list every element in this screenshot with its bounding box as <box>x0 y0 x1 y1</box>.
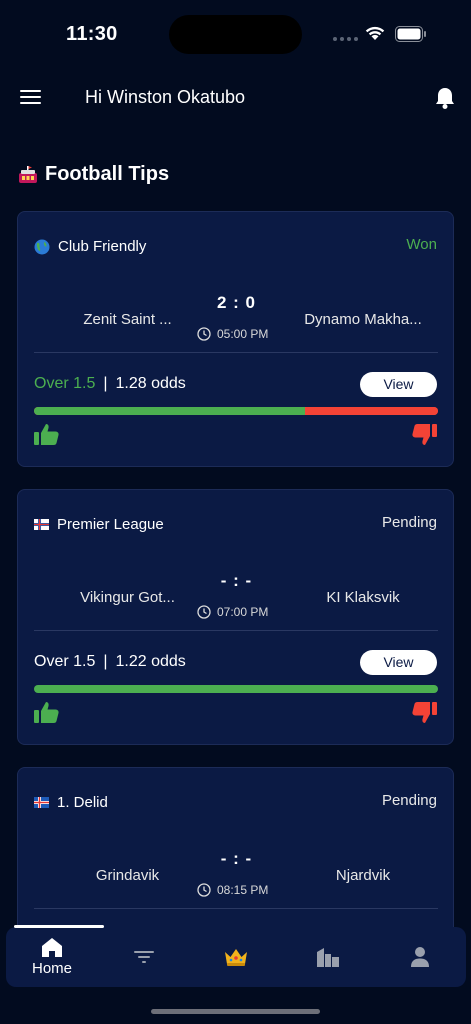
status-badge: Won <box>406 236 437 253</box>
league-label: Premier League <box>34 516 164 533</box>
clock-icon <box>197 327 211 341</box>
league-name: 1. Delid <box>57 794 108 811</box>
match-score: - : - <box>220 571 253 590</box>
tip-card[interactable]: Premier League Pending - : - Vikingur Go… <box>17 489 454 745</box>
app-header: Hi Winston Okatubo <box>0 76 471 118</box>
crown-icon <box>225 949 247 966</box>
kickoff-time: 08:15 PM <box>197 883 268 897</box>
kickoff-time-text: 08:15 PM <box>217 883 269 897</box>
status-time: 11:30 <box>66 23 118 45</box>
status-badge: Pending <box>381 514 437 531</box>
section-title: Football Tips <box>45 163 170 185</box>
faroe-flag-icon <box>34 519 49 530</box>
greeting: Hi Winston Okatubo <box>85 87 246 107</box>
vote-bar <box>34 407 438 415</box>
vote-bar-upvotes <box>34 685 438 693</box>
kickoff-time: 05:00 PM <box>197 327 268 341</box>
home-team: Grindavik <box>95 867 160 884</box>
league-label: 1. Delid <box>34 794 108 811</box>
thumbs-up-icon[interactable] <box>34 701 59 724</box>
filter-icon <box>134 951 154 963</box>
kickoff-time-text: 05:00 PM <box>217 327 269 341</box>
tip-odds: 1.28 odds <box>115 375 186 392</box>
match-score: - : - <box>220 849 253 868</box>
status-badge: Pending <box>381 792 437 809</box>
clock-icon <box>197 605 211 619</box>
tip-prediction: Over 1.5 | 1.28 odds <box>34 375 186 392</box>
divider <box>34 352 438 353</box>
tip-card[interactable]: Club Friendly Won 2 : 0 Zenit Saint ... … <box>17 211 454 467</box>
vote-bar <box>34 685 438 693</box>
dynamic-island <box>169 15 302 54</box>
view-button[interactable]: View <box>360 650 437 675</box>
hamburger-menu-icon[interactable] <box>20 90 41 106</box>
league-name: Premier League <box>57 516 164 533</box>
tip-pick: Over 1.5 <box>34 653 96 670</box>
nav-premium[interactable] <box>190 927 282 987</box>
vote-bar-downvotes <box>304 407 438 415</box>
nav-filter[interactable] <box>98 927 190 987</box>
vote-bar-upvotes <box>34 407 305 415</box>
stadium-icon <box>19 165 37 183</box>
tip-prediction: Over 1.5 | 1.22 odds <box>34 653 186 670</box>
buildings-icon <box>317 947 339 967</box>
bottom-nav: Home <box>6 925 466 987</box>
wifi-icon <box>365 26 385 40</box>
battery-icon <box>395 26 426 42</box>
divider <box>34 908 438 909</box>
kickoff-time-text: 07:00 PM <box>217 605 269 619</box>
match-score: 2 : 0 <box>216 293 257 312</box>
kickoff-time: 07:00 PM <box>197 605 268 619</box>
league-name: Club Friendly <box>58 238 147 255</box>
nav-home-label: Home <box>31 960 72 977</box>
home-icon <box>42 938 62 957</box>
away-team: Njardvik <box>335 867 391 884</box>
user-icon <box>411 947 429 967</box>
nav-home[interactable]: Home <box>6 927 98 987</box>
thumbs-down-icon[interactable] <box>412 701 437 724</box>
home-team: Zenit Saint ... <box>83 311 172 328</box>
tip-odds: 1.22 odds <box>115 653 186 670</box>
tip-pick: Over 1.5 <box>34 375 96 392</box>
section-header: Football Tips <box>18 163 169 186</box>
iceland-flag-icon <box>34 797 49 808</box>
league-label: Club Friendly <box>34 238 146 255</box>
nav-bookmakers[interactable] <box>282 927 374 987</box>
away-team: Dynamo Makha... <box>304 311 422 328</box>
bell-icon[interactable] <box>434 86 456 110</box>
view-button[interactable]: View <box>360 372 437 397</box>
home-team: Vikingur Got... <box>80 589 175 606</box>
signal-icon <box>333 37 358 41</box>
away-team: KI Klaksvik <box>326 589 400 606</box>
nav-profile[interactable] <box>374 927 466 987</box>
thumbs-down-icon[interactable] <box>412 423 437 446</box>
globe-icon <box>34 239 50 254</box>
status-bar: 11:30 <box>0 0 471 70</box>
home-indicator <box>151 1009 320 1014</box>
thumbs-up-icon[interactable] <box>34 423 59 446</box>
divider <box>34 630 438 631</box>
clock-icon <box>197 883 211 897</box>
